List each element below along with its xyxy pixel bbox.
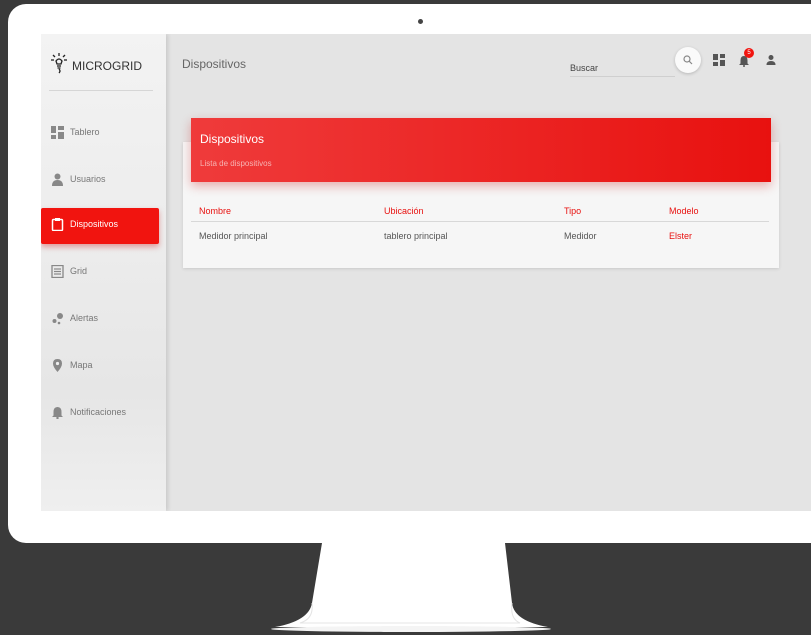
sidebar-item-alertas[interactable]: Alertas <box>41 302 159 338</box>
notification-badge: 5 <box>744 48 754 58</box>
table-cell: tablero principal <box>384 231 448 241</box>
bell-icon <box>52 407 63 419</box>
sidebar: MICROGRID Tablero Usuarios Dispositivos <box>41 34 166 511</box>
column-header: Tipo <box>556 204 661 222</box>
app-screen: MICROGRID Tablero Usuarios Dispositivos <box>41 34 811 511</box>
person-icon <box>52 173 63 186</box>
sidebar-item-tablero[interactable]: Tablero <box>41 116 159 152</box>
table-cell: Medidor <box>564 231 597 241</box>
column-header: Nombre <box>191 204 376 222</box>
sidebar-item-mapa[interactable]: Mapa <box>41 349 159 385</box>
search-button[interactable] <box>675 47 701 73</box>
sidebar-item-dispositivos[interactable]: Dispositivos <box>41 208 159 244</box>
map-pin-icon <box>53 359 62 372</box>
search-input[interactable] <box>570 58 675 76</box>
sidebar-item-label: Notificaciones <box>70 407 127 417</box>
grid-list-icon <box>51 265 64 278</box>
table-header-row: Nombre Ubicación Tipo Modelo <box>191 204 769 222</box>
person-icon[interactable] <box>765 54 777 66</box>
dashboard-icon <box>51 126 64 139</box>
page-title: Dispositivos <box>182 57 247 71</box>
card-title: Dispositivos <box>200 132 265 146</box>
lightbulb-logo-icon <box>51 53 67 74</box>
sidebar-item-notificaciones[interactable]: Notificaciones <box>41 396 159 432</box>
dashboard-icon[interactable] <box>713 54 725 66</box>
monitor-stand <box>271 543 551 632</box>
table-row[interactable]: Medidor principal tablero principal Medi… <box>191 222 769 241</box>
card-subtitle: Lista de dispositivos <box>200 159 272 168</box>
column-header: Ubicación <box>376 204 556 222</box>
top-bar: Dispositivos 5 <box>166 34 811 94</box>
sidebar-item-label: Tablero <box>70 127 100 137</box>
camera-dot <box>418 19 423 24</box>
sidebar-item-label: Dispositivos <box>70 219 119 229</box>
brand: MICROGRID <box>49 52 153 91</box>
table-cell: Medidor principal <box>199 231 268 241</box>
sidebar-item-label: Usuarios <box>70 174 106 184</box>
sidebar-item-grid[interactable]: Grid <box>41 255 159 291</box>
search-field <box>570 58 675 77</box>
column-header: Modelo <box>661 204 769 222</box>
table-cell-link[interactable]: Elster <box>661 222 769 241</box>
sidebar-item-label: Grid <box>70 266 88 276</box>
sidebar-item-label: Alertas <box>70 313 99 323</box>
card-header: Dispositivos Lista de dispositivos <box>191 118 771 182</box>
clipboard-icon <box>51 218 64 231</box>
search-icon <box>683 55 693 65</box>
sidebar-item-usuarios[interactable]: Usuarios <box>41 163 159 199</box>
bubbles-icon <box>52 313 63 325</box>
devices-table: Nombre Ubicación Tipo Modelo Medidor pri… <box>191 204 769 241</box>
sidebar-item-label: Mapa <box>70 360 93 370</box>
brand-name: MICROGRID <box>72 59 142 73</box>
